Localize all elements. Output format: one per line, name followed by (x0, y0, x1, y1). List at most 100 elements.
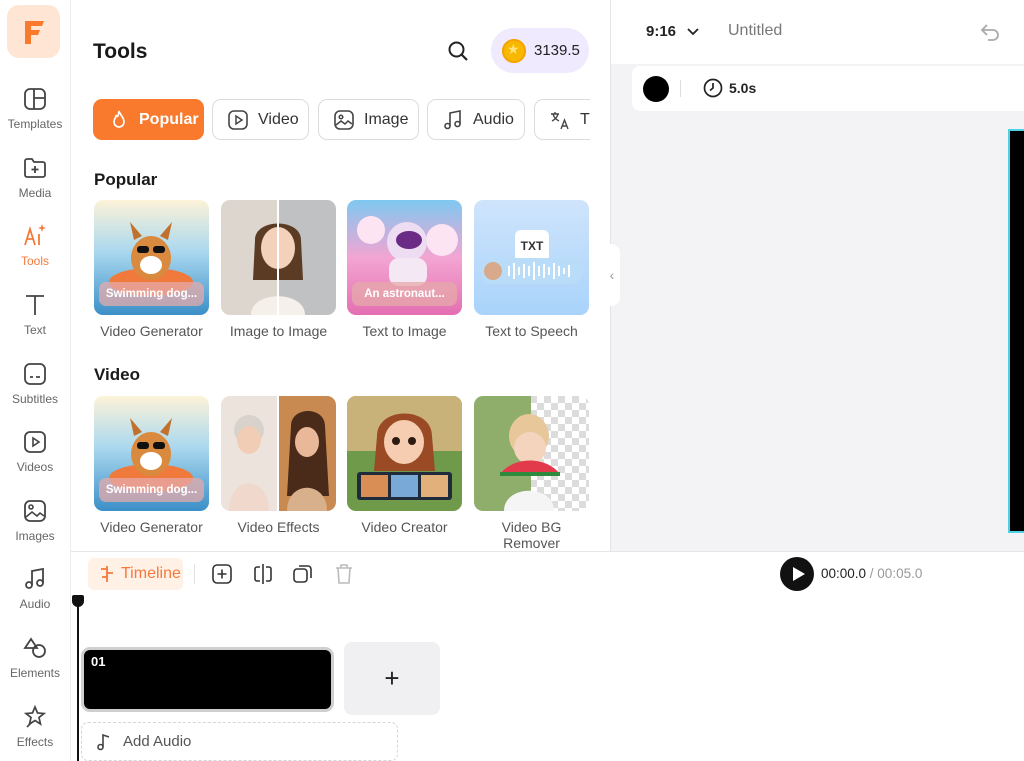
video-canvas[interactable] (1008, 129, 1024, 533)
music-note-icon (444, 109, 461, 129)
current-time: 00:00.0 (821, 566, 867, 581)
rail-label: Videos (16, 460, 54, 474)
tool-card-label: Video Effects (237, 519, 320, 535)
delete-icon[interactable] (332, 562, 356, 586)
tool-card-label: Video Generator (100, 323, 203, 339)
tool-card-text-to-speech[interactable]: TXT Text to Speech (474, 200, 589, 339)
add-clip-button[interactable]: + (344, 642, 440, 715)
chip-label: Popular (139, 110, 199, 128)
tool-card-label: Text to Image (362, 323, 447, 339)
rail-item-subtitles[interactable]: Subtitles (0, 361, 70, 423)
duplicate-icon[interactable] (291, 562, 315, 586)
elements-icon (23, 637, 46, 658)
tool-card-label: Text to Speech (485, 323, 578, 339)
clock-icon (703, 78, 723, 98)
videos-icon (24, 431, 46, 453)
app-logo[interactable] (7, 5, 60, 58)
ai-tools-icon (24, 224, 46, 246)
chip-video[interactable]: Video (212, 99, 309, 140)
rail-item-templates[interactable]: Templates (0, 86, 70, 148)
collapse-panel-button[interactable]: ‹ (604, 244, 620, 306)
rail-label: Audio (19, 597, 51, 611)
tool-card-video-creator[interactable]: Video Creator (347, 396, 462, 535)
rail-item-text[interactable]: Text (0, 292, 70, 354)
thumb-overlay-text: An astronaut... (352, 282, 457, 306)
effects-icon (23, 704, 47, 728)
tool-card-image-to-image[interactable]: Image to Image (221, 200, 336, 339)
subtitles-icon (24, 363, 46, 385)
rail-item-elements[interactable]: Elements (0, 635, 70, 697)
plus-icon: + (384, 663, 400, 693)
rail-label: Images (15, 529, 55, 543)
rail-item-effects[interactable]: Effects (0, 704, 70, 761)
media-icon (24, 158, 46, 178)
chip-label: Audio (473, 110, 514, 128)
clip-number: 01 (91, 654, 106, 669)
thumb-overlay-text: Swimming dog... (99, 478, 204, 502)
property-bar: 5.0s (632, 66, 1024, 111)
girl-portrait-image (221, 200, 336, 315)
rail-label: Effects (16, 735, 54, 749)
video-icon (228, 109, 248, 130)
flame-icon (113, 110, 125, 128)
background-color-swatch[interactable] (643, 76, 669, 102)
document-title[interactable]: Untitled (728, 22, 782, 40)
aspect-ratio-select[interactable]: 9:16 (646, 23, 699, 40)
tool-card-video-effects[interactable]: Video Effects (221, 396, 336, 535)
coin-balance[interactable]: 3139.5 (491, 28, 589, 73)
duration-control[interactable]: 5.0s (703, 78, 756, 98)
split-icon[interactable] (251, 562, 275, 586)
rail-label: Templates (7, 117, 63, 131)
tool-thumbnail (474, 396, 589, 511)
rail-label: Subtitles (11, 392, 59, 406)
add-audio-button[interactable]: Add Audio (81, 722, 398, 761)
chip-label: Tr (580, 110, 590, 128)
divider (680, 80, 681, 97)
chip-audio[interactable]: Audio (427, 99, 525, 140)
audio-icon (25, 567, 44, 589)
add-audio-label: Add Audio (123, 733, 192, 750)
category-chips: Popular Video Image Audio Tr (93, 99, 590, 141)
add-clip-icon[interactable] (210, 562, 234, 586)
tool-card-video-generator-2[interactable]: Swimming dog... Video Generator (94, 396, 209, 535)
playback-time: 00:00.0 / 00:05.0 (821, 566, 922, 581)
rail-label: Text (23, 323, 46, 337)
women-portrait-image (221, 396, 336, 511)
tool-card-video-bg-remover[interactable]: Video BG Remover (474, 396, 589, 551)
tool-thumbnail: An astronaut... (347, 200, 462, 315)
rail-item-tools[interactable]: Tools (0, 223, 70, 285)
panel-title: Tools (93, 40, 148, 63)
tool-card-label: Video Creator (361, 519, 448, 535)
rail-label: Media (18, 186, 52, 200)
chip-popular[interactable]: Popular (93, 99, 204, 140)
rail-item-audio[interactable]: Audio (0, 566, 70, 628)
translate-icon (551, 111, 569, 129)
thumb-overlay-text: Swimming dog... (99, 282, 204, 306)
tool-thumbnail: TXT (474, 200, 589, 315)
clip-body (87, 653, 328, 706)
tool-card-text-to-image[interactable]: An astronaut... Text to Image (347, 200, 462, 339)
tool-card-video-generator[interactable]: Swimming dog... Video Generator (94, 200, 209, 339)
chip-label: Image (364, 110, 409, 128)
image-icon (334, 109, 354, 130)
rail-item-videos[interactable]: Videos (0, 429, 70, 491)
timeline-clip[interactable]: 01 (81, 647, 334, 712)
templates-icon (24, 88, 46, 110)
tool-thumbnail: Swimming dog... (94, 200, 209, 315)
search-icon[interactable] (447, 40, 469, 62)
child-watermelon-image (474, 396, 589, 511)
play-button[interactable] (780, 557, 814, 591)
rail-item-media[interactable]: Media (0, 155, 70, 217)
tool-thumbnail (347, 396, 462, 511)
timeline-toggle-button[interactable]: Timeline (88, 558, 183, 590)
tool-thumbnail (221, 396, 336, 511)
undo-icon[interactable] (978, 20, 1002, 44)
chip-image[interactable]: Image (318, 99, 419, 140)
soundwave-icon (480, 258, 583, 284)
timeline-label: Timeline (121, 565, 181, 582)
tool-thumbnail: Swimming dog... (94, 396, 209, 511)
left-rail: Templates Media Tools Text Subtitles Vid… (0, 0, 71, 761)
timeline-panel: Timeline 00:00.0 / 00:05.0 01 + Add Audi… (71, 551, 1024, 761)
rail-item-images[interactable]: Images (0, 498, 70, 560)
chip-translate[interactable]: Tr (534, 99, 590, 140)
